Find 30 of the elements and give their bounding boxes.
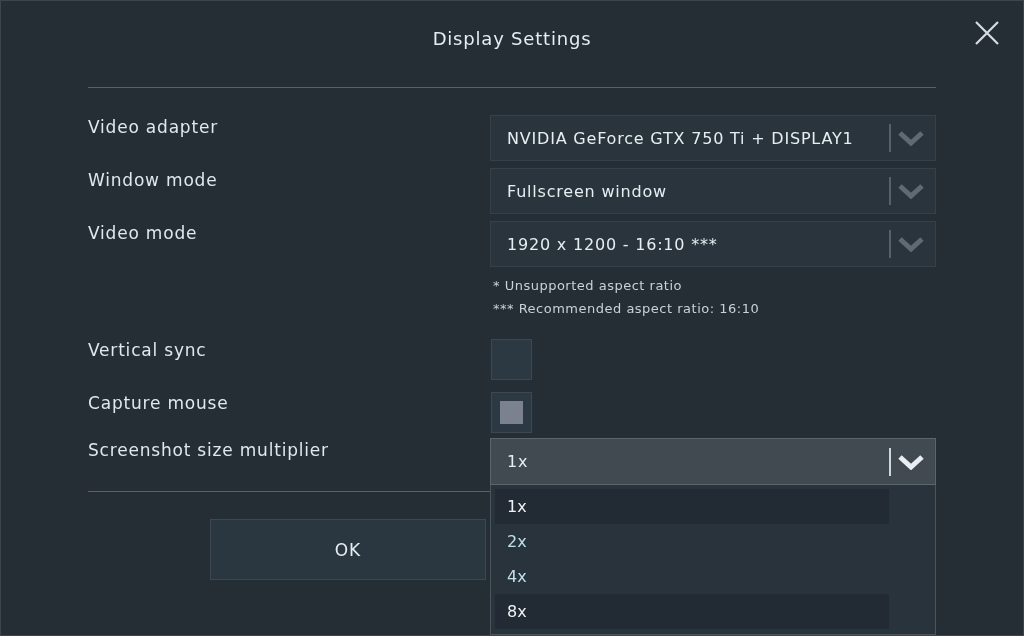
- chevron-down-icon: [897, 453, 925, 470]
- dropdown-divider: [889, 124, 891, 152]
- close-icon: [974, 20, 1000, 46]
- dropdown-divider: [889, 177, 891, 205]
- dropdown[interactable]: NVIDIA GeForce GTX 750 Ti + DISPLAY1: [490, 115, 936, 161]
- dropdown-option[interactable]: 8x: [495, 594, 889, 629]
- checkbox-fill: [500, 401, 523, 424]
- dropdown-option[interactable]: 2x: [495, 524, 889, 559]
- note-text: * Unsupported aspect ratio: [493, 277, 684, 295]
- ok-button[interactable]: OK: [210, 519, 486, 580]
- setting-label: Video mode: [88, 222, 199, 243]
- dropdown-option[interactable]: 1x: [495, 489, 889, 524]
- chevron-down-icon: [897, 183, 925, 199]
- dropdown-option[interactable]: 4x: [495, 559, 889, 594]
- setting-label: Capture mouse: [88, 392, 230, 413]
- dropdown-divider: [889, 447, 891, 476]
- checkbox[interactable]: [491, 392, 532, 433]
- setting-label: Window mode: [88, 169, 219, 190]
- chevron-down-icon: [897, 236, 925, 252]
- setting-label: Screenshot size multiplier: [88, 439, 330, 460]
- checkbox[interactable]: [491, 339, 532, 380]
- dropdown[interactable]: 1920 x 1200 - 16:10 ***: [490, 221, 936, 267]
- chevron-down-icon: [897, 130, 925, 146]
- setting-label: Video adapter: [88, 116, 219, 137]
- window-title: Display Settings: [432, 27, 592, 49]
- dropdown[interactable]: Fullscreen window: [490, 168, 936, 214]
- note-text: *** Recommended aspect ratio: 16:10: [493, 300, 760, 318]
- close-button[interactable]: [973, 19, 1001, 47]
- dropdown-divider: [889, 230, 891, 258]
- setting-label: Vertical sync: [88, 339, 208, 360]
